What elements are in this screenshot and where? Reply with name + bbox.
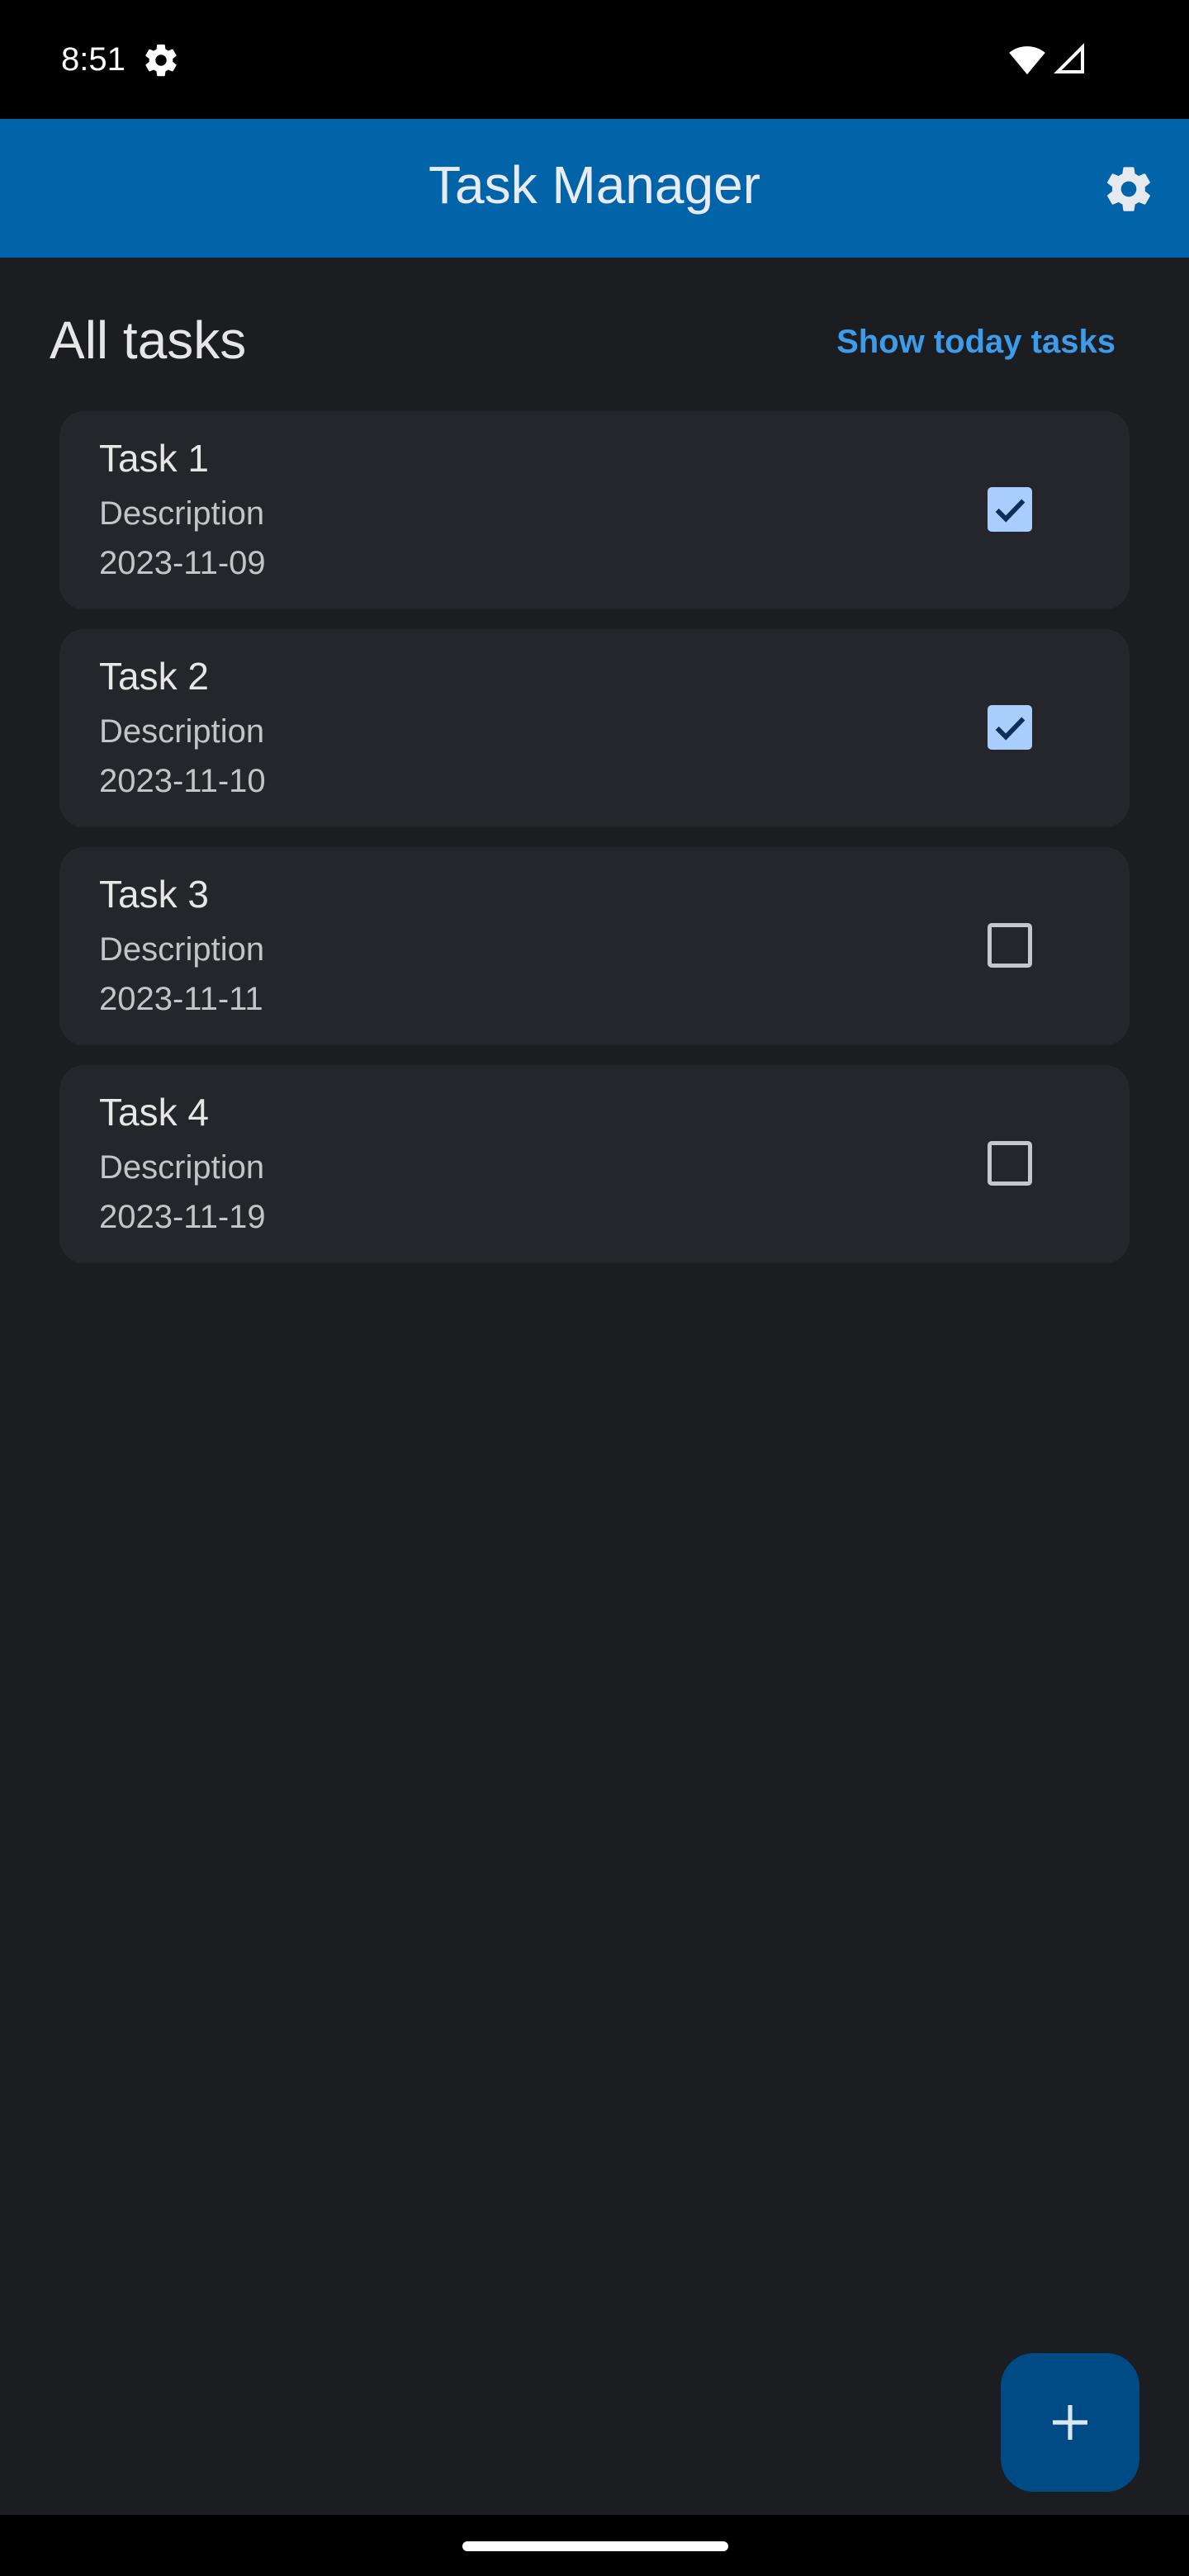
task-date: 2023-11-11 (99, 981, 263, 1017)
task-description: Description (99, 495, 265, 532)
plus-icon (1053, 2405, 1087, 2440)
task-date: 2023-11-09 (99, 545, 266, 581)
task-checkbox[interactable] (988, 705, 1032, 750)
section-title: All tasks (50, 310, 247, 370)
task-date: 2023-11-19 (99, 1199, 266, 1235)
task-title: Task 2 (99, 655, 209, 698)
add-task-button[interactable] (1001, 2353, 1139, 2492)
status-time: 8:51 (61, 41, 126, 78)
app-bar: Task Manager (0, 119, 1189, 258)
settings-button[interactable] (1101, 162, 1156, 216)
task-card[interactable]: Task 3 Description 2023-11-11 (59, 847, 1130, 1045)
status-bar: 8:51 (0, 0, 1189, 119)
task-checkbox[interactable] (988, 1141, 1032, 1186)
task-title: Task 3 (99, 873, 209, 916)
show-today-tasks-button[interactable]: Show today tasks (826, 319, 1126, 365)
home-indicator[interactable] (462, 2541, 728, 2551)
task-date: 2023-11-10 (99, 763, 266, 799)
wifi-icon (1009, 43, 1045, 76)
task-card[interactable]: Task 2 Description 2023-11-10 (59, 629, 1130, 827)
task-list: Task 1 Description 2023-11-09 Task 2 Des… (59, 411, 1130, 1283)
task-description: Description (99, 931, 265, 968)
task-description: Description (99, 1149, 265, 1186)
task-card[interactable]: Task 4 Description 2023-11-19 (59, 1065, 1130, 1263)
task-checkbox[interactable] (988, 487, 1032, 532)
gear-icon (1107, 167, 1150, 211)
signal-icon (1054, 43, 1087, 76)
task-title: Task 1 (99, 437, 209, 480)
checkmark-icon (995, 717, 1026, 741)
app-title: Task Manager (429, 155, 760, 215)
task-title: Task 4 (99, 1091, 209, 1134)
checkmark-icon (995, 499, 1026, 523)
task-card[interactable]: Task 1 Description 2023-11-09 (59, 411, 1130, 609)
task-checkbox[interactable] (988, 923, 1032, 968)
task-description: Description (99, 713, 265, 750)
settings-gear-icon (142, 41, 180, 79)
